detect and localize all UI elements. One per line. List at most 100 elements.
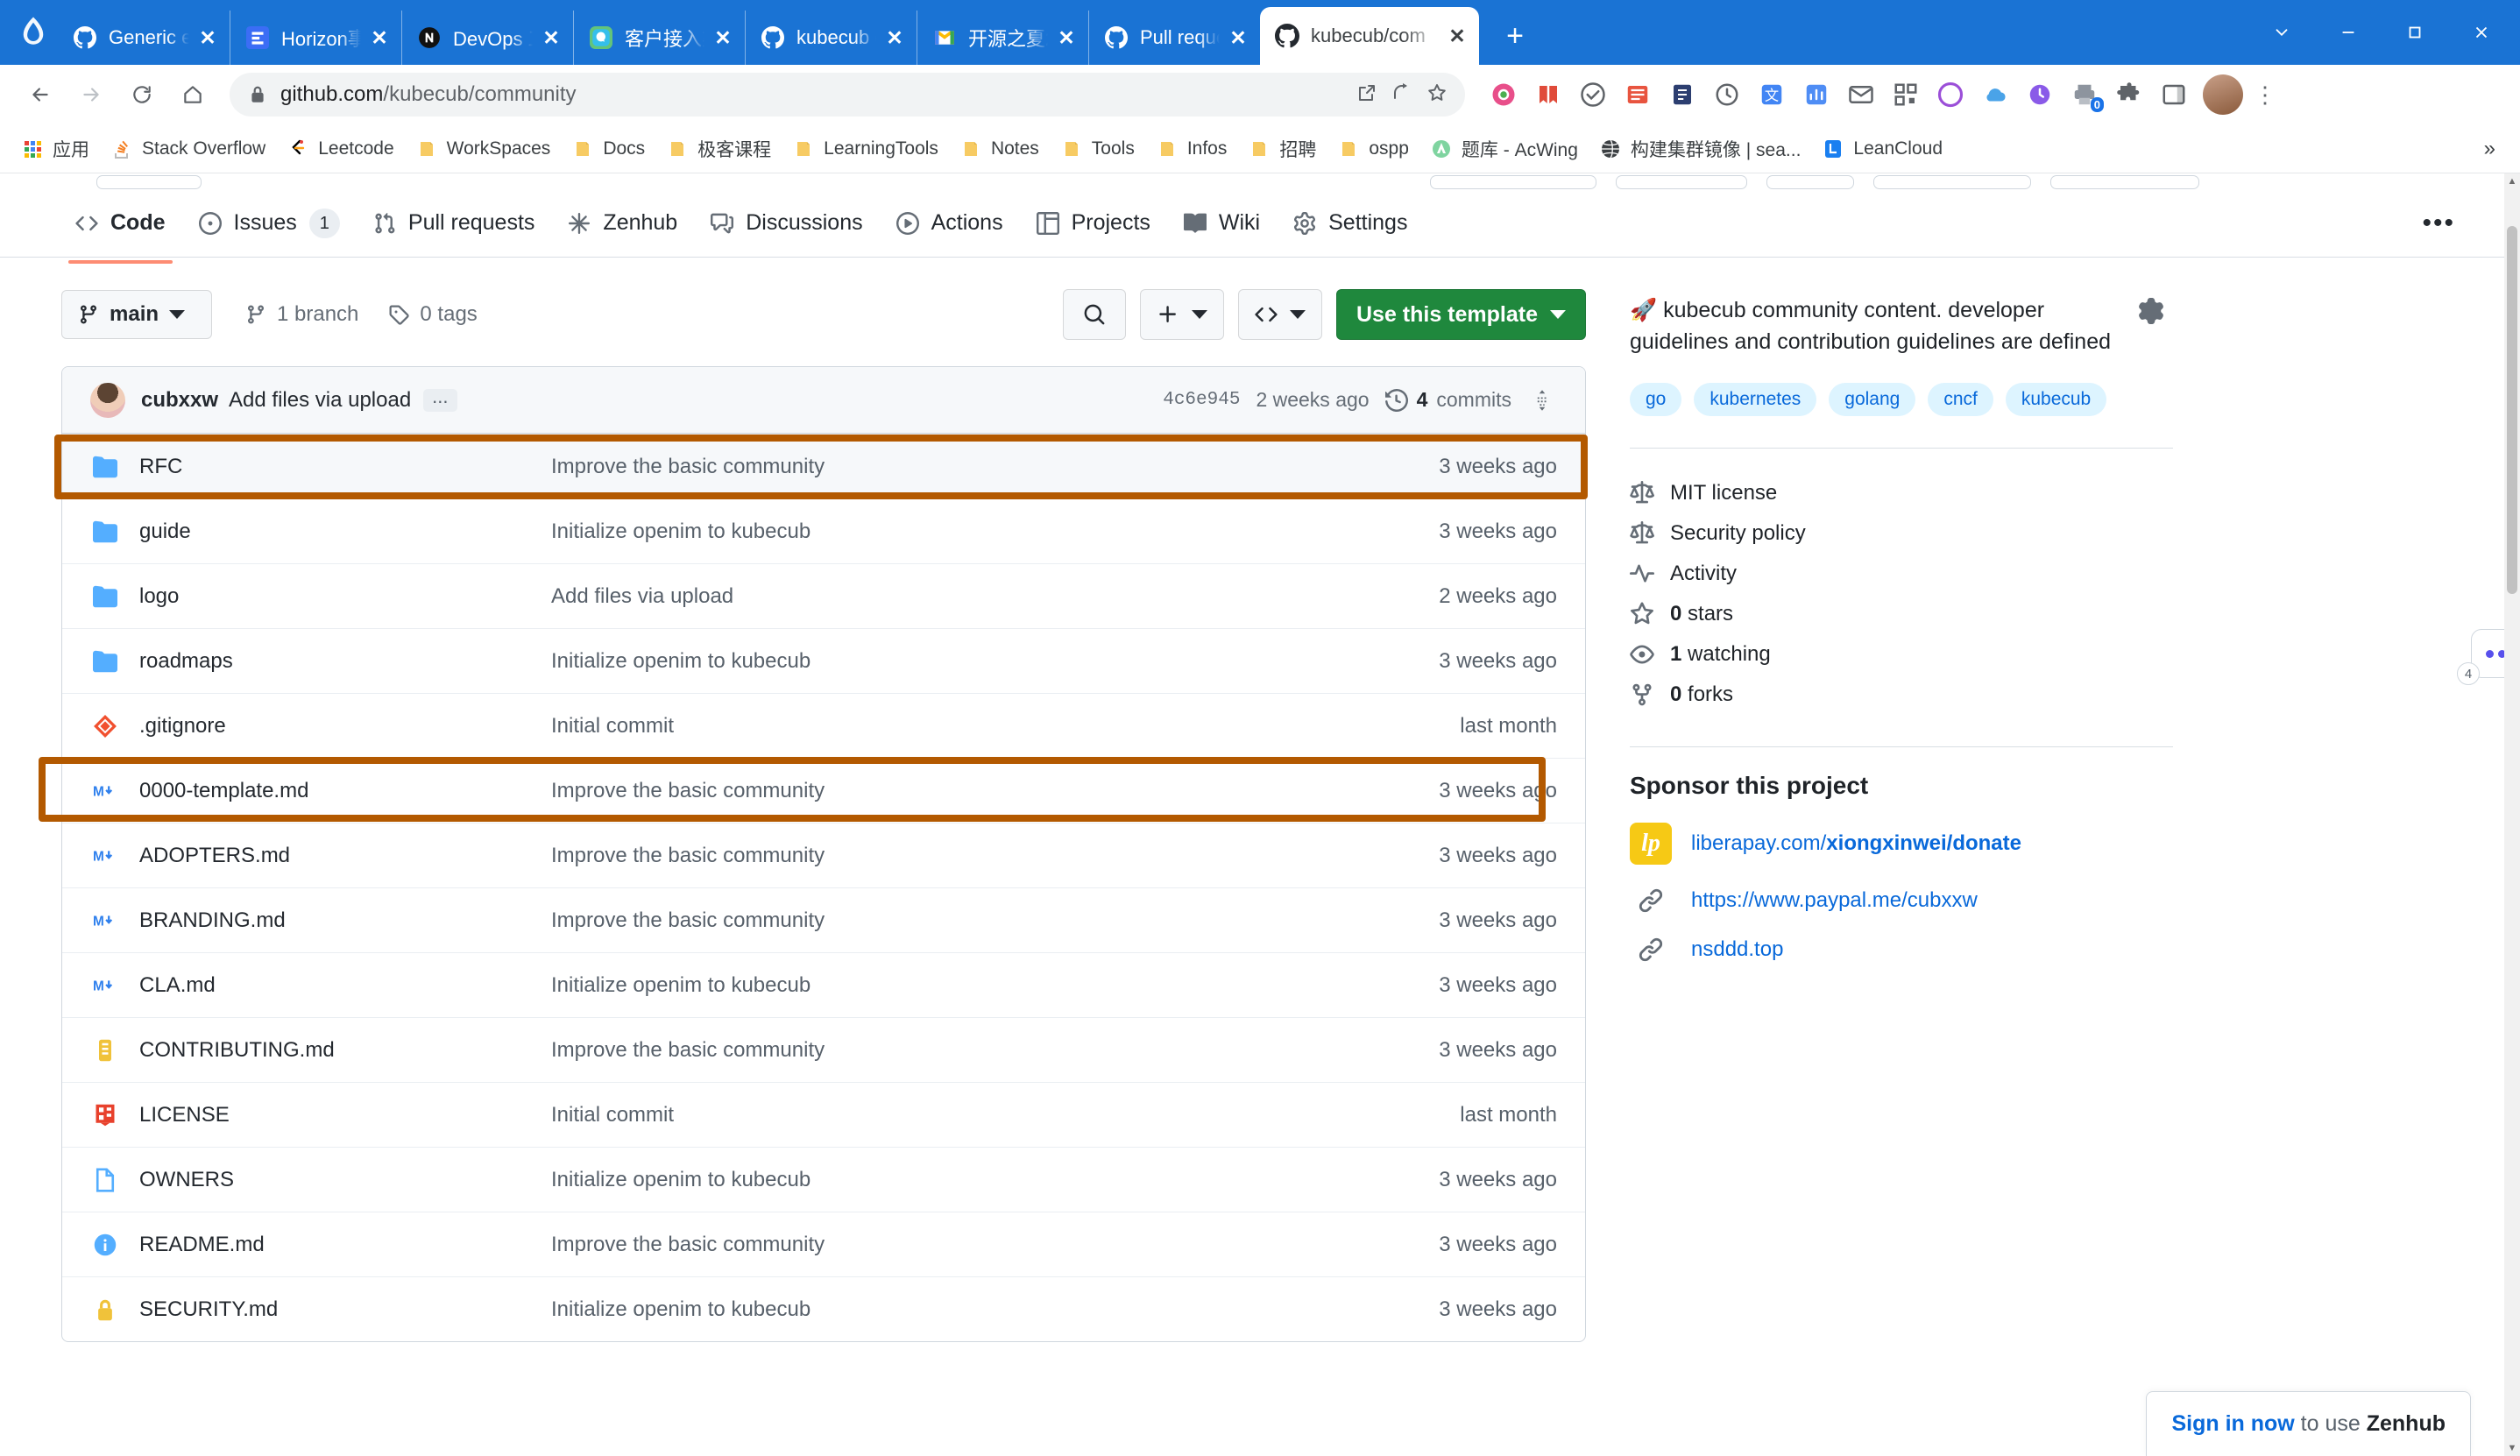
browser-tab[interactable]: 客户接入渠道 ✕	[573, 11, 745, 65]
popout-icon[interactable]	[1356, 82, 1377, 108]
file-name[interactable]: guide	[139, 519, 551, 544]
code-button[interactable]	[1237, 289, 1322, 340]
table-row[interactable]: M CLA.md Initialize openim to kubecub 3 …	[62, 952, 1585, 1017]
avatar[interactable]	[2203, 74, 2243, 115]
bookmark-item-workspaces[interactable]: WorkSpaces	[407, 132, 560, 166]
sponsor-link-nsddd[interactable]: nsddd.top	[1630, 937, 2173, 963]
branch-selector[interactable]: main	[61, 290, 212, 339]
file-commit-message[interactable]: Improve the basic community	[551, 908, 1439, 933]
reader-icon[interactable]	[1617, 74, 1659, 116]
add-file-button[interactable]	[1139, 289, 1224, 340]
table-row[interactable]: RFC Improve the basic community 3 weeks …	[62, 434, 1585, 498]
bookmark-item-leetcode[interactable]: Leetcode	[278, 132, 402, 166]
bookmark-item-infos[interactable]: Infos	[1147, 132, 1236, 166]
close-icon[interactable]: ✕	[711, 26, 734, 49]
sponsor-url[interactable]: liberapay.com/xiongxinwei/donate	[1691, 831, 2021, 856]
bookmark-item-notes[interactable]: Notes	[951, 132, 1048, 166]
scroll-up-arrow-icon[interactable]: ▲	[2504, 173, 2520, 189]
table-row[interactable]: M ADOPTERS.md Improve the basic communit…	[62, 823, 1585, 887]
check-circle-icon[interactable]	[1572, 74, 1614, 116]
table-row[interactable]: roadmaps Initialize openim to kubecub 3 …	[62, 628, 1585, 693]
file-name[interactable]: .gitignore	[139, 714, 551, 739]
table-row[interactable]: guide Initialize openim to kubecub 3 wee…	[62, 498, 1585, 563]
browser-tab[interactable]: Horizon事件机 ✕	[230, 11, 401, 65]
watching-link[interactable]: 1 watching	[1630, 634, 2173, 675]
table-row[interactable]: README.md Improve the basic community 3 …	[62, 1212, 1585, 1276]
branches-link[interactable]: 1 branch	[245, 302, 358, 327]
file-name[interactable]: OWNERS	[139, 1168, 551, 1192]
close-icon[interactable]: ✕	[368, 26, 391, 49]
scroll-down-arrow-icon[interactable]: ▼	[2504, 1440, 2520, 1456]
bookmark-item-ospp[interactable]: ospp	[1328, 132, 1418, 166]
colorful-circle-icon[interactable]	[1483, 74, 1525, 116]
table-row[interactable]: logo Add files via upload 2 weeks ago	[62, 563, 1585, 628]
commit-author[interactable]: cubxxw	[141, 388, 218, 413]
close-icon[interactable]: ✕	[883, 26, 906, 49]
mail-icon[interactable]	[1840, 74, 1882, 116]
sponsor-url[interactable]: https://www.paypal.me/cubxxw	[1691, 888, 1978, 913]
tab-code[interactable]: Code	[61, 201, 180, 264]
bookmarks-overflow-button[interactable]: »	[2472, 137, 2508, 161]
commit-message[interactable]: Add files via upload	[229, 388, 411, 413]
sponsor-link-liberapay[interactable]: lp liberapay.com/xiongxinwei/donate	[1630, 822, 2173, 865]
sidepanel-icon[interactable]	[2153, 74, 2195, 116]
browser-tab[interactable]: Generic event ✕	[58, 11, 230, 65]
topic-chip[interactable]: cncf	[1928, 382, 1993, 416]
tags-link[interactable]: 0 tags	[388, 302, 478, 327]
reload-icon[interactable]	[117, 70, 166, 119]
file-commit-message[interactable]: Improve the basic community	[551, 844, 1439, 868]
page-scrollbar[interactable]: ▲ ▼	[2504, 173, 2520, 1456]
minimize-button[interactable]	[2315, 0, 2382, 65]
file-commit-message[interactable]: Improve the basic community	[551, 1038, 1439, 1063]
file-commit-message[interactable]: Initialize openim to kubecub	[551, 973, 1439, 998]
qr-icon[interactable]	[1885, 74, 1927, 116]
topic-chip[interactable]: kubecub	[2005, 382, 2107, 416]
puzzle-extension-icon[interactable]	[2108, 74, 2150, 116]
table-row[interactable]: SECURITY.md Initialize openim to kubecub…	[62, 1276, 1585, 1341]
file-name[interactable]: BRANDING.md	[139, 908, 551, 933]
close-icon[interactable]: ✕	[196, 26, 219, 49]
topic-chip[interactable]: kubernetes	[1694, 382, 1817, 416]
bookmark-item-learning-tools[interactable]: LearningTools	[783, 132, 947, 166]
purple-circle-icon[interactable]	[1929, 74, 1971, 116]
share-icon[interactable]	[1391, 82, 1412, 108]
file-name[interactable]: SECURITY.md	[139, 1297, 551, 1322]
cloud-icon[interactable]	[1974, 74, 2016, 116]
browser-tab[interactable]: kubecub com ✕	[745, 11, 917, 65]
close-icon[interactable]: ✕	[540, 26, 563, 49]
history-icon[interactable]	[1527, 389, 1557, 412]
search-icon[interactable]	[1062, 289, 1126, 340]
tab-issues[interactable]: Issues 1	[185, 200, 354, 247]
new-tab-button[interactable]: +	[1491, 12, 1539, 60]
printer-icon[interactable]: 0	[2063, 74, 2106, 116]
file-commit-message[interactable]: Initial commit	[551, 714, 1460, 739]
file-name[interactable]: logo	[139, 584, 551, 609]
bookmark-item-tools[interactable]: Tools	[1051, 132, 1143, 166]
bookmark-item-acwing[interactable]: 题库 - AcWing	[1421, 131, 1587, 167]
tab-wiki[interactable]: Wiki	[1170, 201, 1274, 244]
file-name[interactable]: CONTRIBUTING.md	[139, 1038, 551, 1063]
liner-icon[interactable]	[1661, 74, 1703, 116]
chart-icon[interactable]	[1795, 74, 1837, 116]
table-row[interactable]: M BRANDING.md Improve the basic communit…	[62, 887, 1585, 952]
file-commit-message[interactable]: Add files via upload	[551, 584, 1439, 609]
back-arrow-icon[interactable]	[16, 70, 65, 119]
address-bar[interactable]: github.com/kubecub/community	[230, 73, 1465, 117]
file-commit-message[interactable]: Improve the basic community	[551, 455, 1439, 479]
browser-menu-icon[interactable]: ⋮	[2246, 74, 2284, 116]
clock-icon[interactable]	[1706, 74, 1748, 116]
topic-chip[interactable]: go	[1630, 382, 1682, 416]
file-name[interactable]: ADOPTERS.md	[139, 844, 551, 868]
commit-expand-button[interactable]: ...	[423, 387, 457, 412]
tab-projects[interactable]: Projects	[1023, 201, 1164, 244]
gear-icon[interactable]	[2138, 294, 2173, 329]
topic-chip[interactable]: golang	[1829, 382, 1916, 416]
file-commit-message[interactable]: Initialize openim to kubecub	[551, 1168, 1439, 1192]
file-commit-message[interactable]: Initial commit	[551, 1103, 1460, 1127]
file-name[interactable]: LICENSE	[139, 1103, 551, 1127]
file-name[interactable]: CLA.md	[139, 973, 551, 998]
bookmark-item-cluster-image[interactable]: 构建集群镜像 | sea...	[1590, 131, 1810, 167]
forward-arrow-icon[interactable]	[67, 70, 116, 119]
bookmark-item-recruit[interactable]: 招聘	[1239, 131, 1325, 167]
close-icon[interactable]: ✕	[1055, 26, 1078, 49]
